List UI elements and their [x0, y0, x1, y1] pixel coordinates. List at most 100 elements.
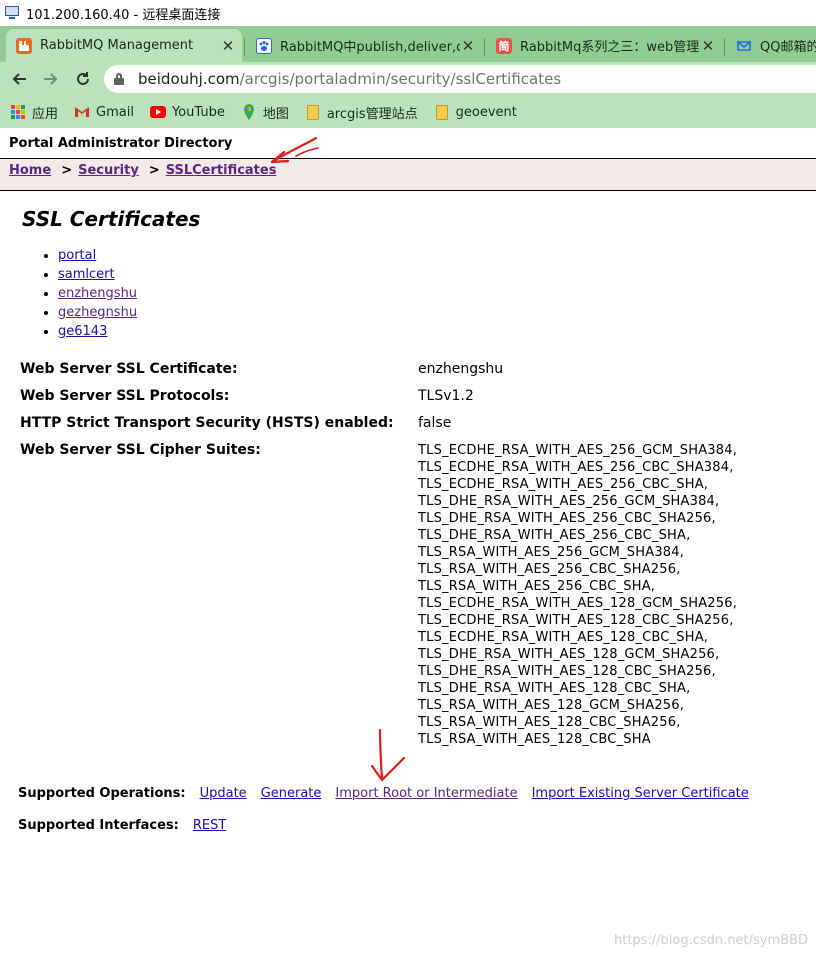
property-name: HTTP Strict Transport Security (HSTS) en… [20, 415, 394, 431]
breadcrumb-separator: > [148, 163, 160, 178]
bookmark-label: Gmail [96, 104, 134, 120]
bookmark-youtube[interactable]: YouTube [149, 104, 225, 120]
cipher-suite: TLS_ECDHE_RSA_WITH_AES_128_GCM_SHA256, [418, 596, 738, 611]
tab-strip: RabbitMQ Management ✕ RabbitMQ中publish,d… [0, 26, 816, 62]
list-item: samlcert [58, 267, 137, 286]
breadcrumb: Home > Security > SSLCertificates [0, 158, 816, 191]
bookmark-label: geoevent [455, 104, 517, 120]
tab-label: RabbitMQ Management [40, 38, 194, 53]
reload-icon [77, 72, 89, 85]
bookmark-label: 地图 [262, 106, 289, 122]
bookmarks-bar: 应用 Gmail YouTube 地图 arcgis管理站点 geoevent [0, 96, 816, 128]
cipher-suite: TLS_ECDHE_RSA_WITH_AES_256_GCM_SHA384, [418, 443, 738, 458]
cipher-suite: TLS_DHE_RSA_WITH_AES_128_GCM_SHA256, [418, 647, 720, 662]
cipher-suite: TLS_RSA_WITH_AES_128_CBC_SHA256, [418, 715, 681, 730]
cipher-suite: TLS_RSA_WITH_AES_256_CBC_SHA256, [418, 562, 681, 577]
tab-qq-mail[interactable]: QQ邮箱的P [726, 29, 816, 62]
bookmark-arcgis[interactable]: arcgis管理站点 [305, 103, 418, 122]
tab-label: QQ邮箱的P [760, 40, 816, 55]
table-row: HTTP Strict Transport Security (HSTS) en… [20, 414, 737, 441]
cipher-suite: TLS_ECDHE_RSA_WITH_AES_128_CBC_SHA256, [418, 613, 734, 628]
property-value: TLSv1.2 [418, 388, 474, 404]
property-value: enzhengshu [418, 361, 504, 377]
rest-link[interactable]: REST [193, 818, 226, 833]
certificate-link-enzhengshu[interactable]: enzhengshu [58, 286, 137, 301]
bookmark-gmail[interactable]: Gmail [74, 104, 134, 120]
close-icon[interactable]: ✕ [460, 37, 476, 55]
properties-table: Web Server SSL Certificate: enzhengshu W… [20, 360, 737, 748]
apps-grid-icon [10, 104, 26, 120]
rdp-title-bar: 101.200.160.40 - 远程桌面连接 [0, 0, 816, 26]
cipher-suite: TLS_ECDHE_RSA_WITH_AES_128_CBC_SHA, [418, 630, 709, 645]
operations-label: Supported Operations: [18, 786, 186, 801]
cipher-suite: TLS_DHE_RSA_WITH_AES_256_CBC_SHA256, [418, 511, 716, 526]
toolbar: beidouhj.com/arcgis/portaladmin/security… [0, 62, 816, 96]
certificate-list: portal samlcert enzhengshu gezhegnshu ge… [44, 248, 137, 343]
update-link[interactable]: Update [200, 786, 247, 801]
gmail-icon [74, 104, 90, 120]
bookmark-maps[interactable]: 地图 [241, 103, 289, 122]
property-value: false [418, 415, 452, 431]
property-name: Web Server SSL Certificate: [20, 361, 238, 377]
maps-icon [241, 104, 257, 120]
back-button[interactable] [4, 64, 34, 94]
certificate-link-samlcert[interactable]: samlcert [58, 267, 115, 282]
cipher-suite: TLS_ECDHE_RSA_WITH_AES_256_CBC_SHA, [418, 477, 709, 492]
forward-button[interactable] [36, 64, 66, 94]
page-title: SSL Certificates [22, 207, 201, 231]
cipher-suite: TLS_RSA_WITH_AES_256_CBC_SHA, [418, 579, 656, 594]
forward-arrow-icon [44, 73, 58, 85]
folder-icon [305, 104, 321, 120]
cipher-suite: TLS_RSA_WITH_AES_128_CBC_SHA [418, 732, 651, 747]
tab-rabbitmq-management[interactable]: RabbitMQ Management ✕ [6, 29, 242, 62]
supported-interfaces: Supported Interfaces: REST [18, 818, 226, 833]
list-item: ge6143 [58, 324, 137, 343]
list-item: gezhegnshu [58, 305, 137, 324]
breadcrumb-sslcertificates-link[interactable]: SSLCertificates [166, 163, 277, 178]
watermark: https://blog.csdn.net/symBBD [613, 933, 808, 948]
certificate-link-portal[interactable]: portal [58, 248, 96, 263]
tab-rabbitmq-series[interactable]: 简 RabbitMq系列之三：web管理界 ✕ [486, 29, 722, 62]
close-icon[interactable]: ✕ [220, 37, 236, 55]
breadcrumb-security-link[interactable]: Security [78, 163, 139, 178]
cipher-suite: TLS_DHE_RSA_WITH_AES_256_CBC_SHA, [418, 528, 691, 543]
list-item: portal [58, 248, 137, 267]
generate-link[interactable]: Generate [261, 786, 322, 801]
table-row: Web Server SSL Cipher Suites: TLS_ECDHE_… [20, 441, 737, 748]
bookmark-geoevent[interactable]: geoevent [434, 104, 517, 120]
breadcrumb-separator: > [61, 163, 73, 178]
jianshu-icon: 简 [496, 37, 512, 54]
cipher-suite: TLS_DHE_RSA_WITH_AES_128_CBC_SHA256, [418, 664, 716, 679]
address-bar[interactable]: beidouhj.com/arcgis/portaladmin/security… [104, 65, 816, 93]
youtube-icon [149, 104, 166, 120]
certificate-link-gezhegnshu[interactable]: gezhegnshu [58, 305, 137, 320]
supported-operations: Supported Operations: Update Generate Im… [18, 786, 763, 801]
table-row: Web Server SSL Protocols: TLSv1.2 [20, 387, 737, 414]
cipher-suite: TLS_RSA_WITH_AES_256_GCM_SHA384, [418, 545, 685, 560]
reload-button[interactable] [68, 64, 98, 94]
property-name: Web Server SSL Cipher Suites: [20, 442, 261, 458]
baidu-paw-icon [256, 37, 272, 54]
list-item: enzhengshu [58, 286, 137, 305]
url-host: beidouhj.com [138, 70, 240, 88]
import-root-intermediate-link[interactable]: Import Root or Intermediate [335, 786, 517, 801]
table-row: Web Server SSL Certificate: enzhengshu [20, 360, 737, 387]
bookmark-label: arcgis管理站点 [326, 106, 418, 122]
tab-label: RabbitMq系列之三：web管理界 [520, 40, 700, 55]
cipher-suite: TLS_ECDHE_RSA_WITH_AES_256_CBC_SHA384, [418, 460, 734, 475]
bookmark-apps[interactable]: 应用 [10, 103, 58, 122]
close-icon[interactable]: ✕ [700, 37, 716, 55]
page-header: Portal Administrator Directory [0, 128, 816, 158]
tab-rabbitmq-publish[interactable]: RabbitMQ中publish,deliver,con ✕ [246, 29, 482, 62]
import-existing-certificate-link[interactable]: Import Existing Server Certificate [532, 786, 749, 801]
certificate-link-ge6143[interactable]: ge6143 [58, 324, 107, 339]
tab-label: RabbitMQ中publish,deliver,con [280, 40, 460, 55]
breadcrumb-home-link[interactable]: Home [9, 163, 51, 178]
interfaces-label: Supported Interfaces: [18, 818, 179, 833]
back-arrow-icon [12, 73, 26, 85]
rabbitmq-icon [16, 37, 32, 54]
property-value: TLS_ECDHE_RSA_WITH_AES_256_GCM_SHA384, T… [418, 441, 737, 748]
property-name: Web Server SSL Protocols: [20, 388, 230, 404]
remote-desktop-icon [4, 6, 20, 20]
lock-icon [114, 73, 124, 85]
